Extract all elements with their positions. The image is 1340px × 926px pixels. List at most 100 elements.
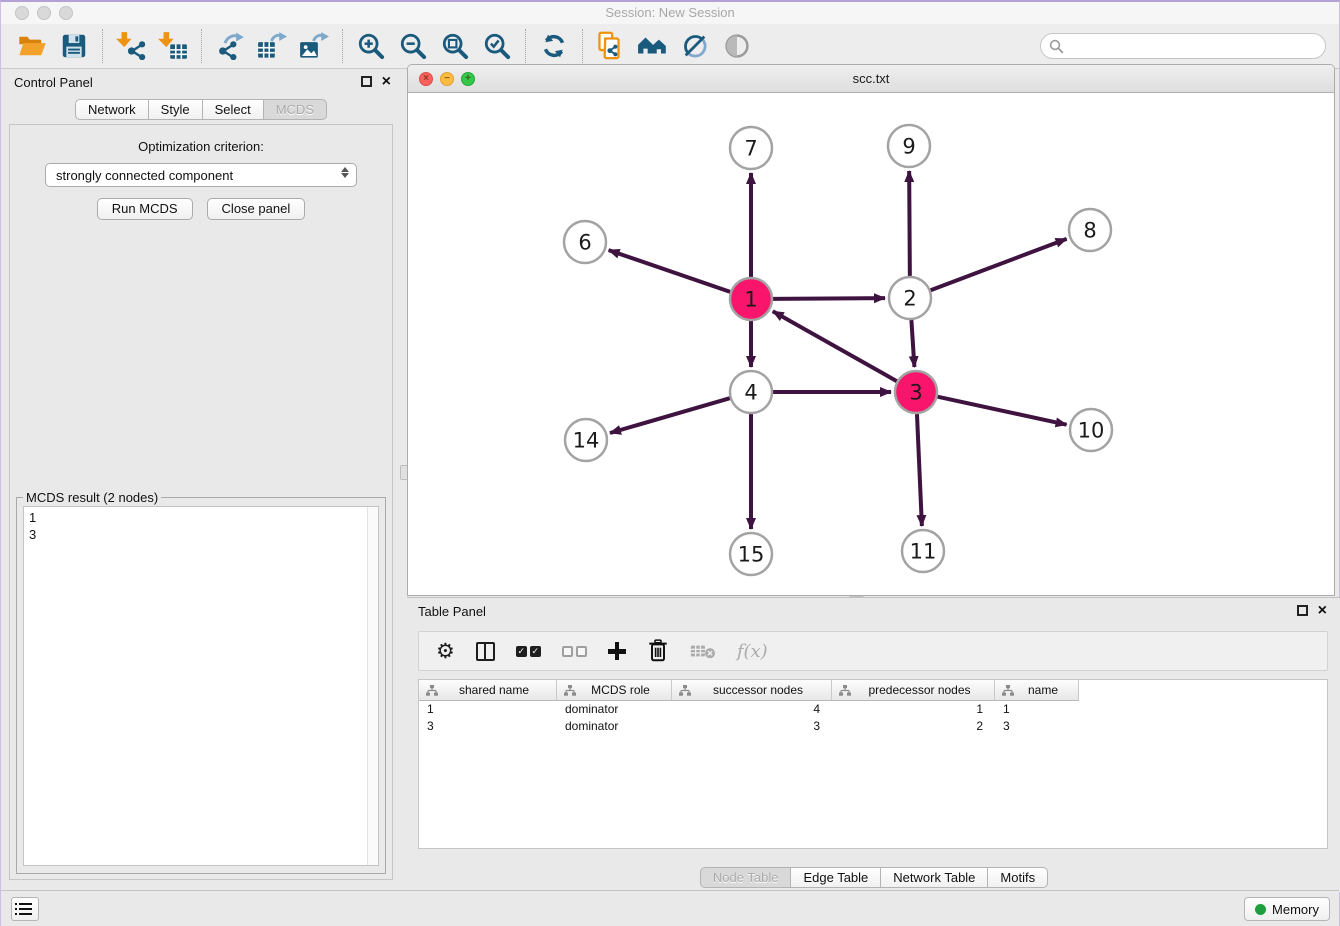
copy-network-icon [596, 31, 626, 61]
result-scrollbar[interactable] [367, 507, 378, 865]
close-panel-icon[interactable]: × [382, 76, 391, 87]
column-tree-icon [564, 685, 576, 696]
import-table-icon [158, 32, 188, 60]
export-table-button[interactable] [251, 27, 293, 65]
add-column-button[interactable] [608, 642, 626, 660]
edge-1-6[interactable] [609, 250, 731, 292]
network-graph[interactable]: 7968124314101511 [408, 93, 1334, 596]
zoom-out-button[interactable] [392, 27, 434, 65]
run-mcds-button[interactable]: Run MCDS [97, 198, 193, 220]
edge-2-3[interactable] [911, 320, 914, 367]
status-bar: Memory [1, 890, 1339, 926]
tab-style[interactable]: Style [149, 99, 203, 120]
zoom-fit-button[interactable] [434, 27, 476, 65]
table-cell[interactable]: 2 [832, 718, 995, 735]
table-cell[interactable]: dominator [557, 718, 672, 735]
zoom-selected-button[interactable] [476, 27, 518, 65]
zoom-fit-icon [441, 32, 469, 60]
column-header-name[interactable]: name [995, 680, 1079, 701]
table-cell[interactable]: 1 [832, 701, 995, 718]
column-header-predecessor-nodes[interactable]: predecessor nodes [832, 680, 995, 701]
import-network-button[interactable] [110, 27, 152, 65]
column-header-successor-nodes[interactable]: successor nodes [672, 680, 832, 701]
tab-network-table[interactable]: Network Table [881, 867, 988, 888]
import-table-button[interactable] [152, 27, 194, 65]
selected-option: strongly connected component [56, 168, 233, 183]
task-history-button[interactable] [11, 897, 39, 921]
application-window: Session: New Session [0, 0, 1340, 926]
tab-edge-table[interactable]: Edge Table [791, 867, 881, 888]
table-toolbar: ⚙ ✓ ✓ [418, 631, 1328, 671]
table-row[interactable]: 1dominator411 [419, 701, 1327, 718]
tab-motifs[interactable]: Motifs [988, 867, 1048, 888]
network-window-title: scc.txt [408, 71, 1334, 86]
memory-button[interactable]: Memory [1244, 897, 1330, 921]
save-session-button[interactable] [53, 27, 95, 65]
function-builder-button-disabled[interactable]: f(x) [737, 641, 768, 662]
zoom-selected-icon [483, 32, 511, 60]
select-stepper-icon [341, 167, 349, 178]
table-cell[interactable]: 1 [995, 701, 1079, 718]
import-network-icon [116, 32, 146, 60]
column-header-shared-name[interactable]: shared name [419, 680, 557, 701]
optimization-criterion-select[interactable]: strongly connected component [45, 163, 357, 187]
mcds-result-lines: 13 [24, 507, 378, 545]
control-panel-header: Control Panel × [1, 70, 401, 96]
column-header-label: predecessor nodes [857, 683, 994, 697]
show-columns-button[interactable] [476, 642, 495, 661]
edge-3-11[interactable] [917, 414, 922, 526]
edge-2-9[interactable] [909, 171, 910, 276]
edge-2-8[interactable] [931, 239, 1067, 290]
zoom-in-button[interactable] [350, 27, 392, 65]
toggle-graphics-details-button[interactable] [674, 27, 716, 65]
tab-node-table[interactable]: Node Table [700, 867, 792, 888]
export-network-button[interactable] [209, 27, 251, 65]
column-tree-icon [839, 685, 851, 696]
table-cell[interactable]: 4 [672, 701, 832, 718]
delete-column-button[interactable] [647, 639, 669, 663]
search-input[interactable] [1040, 33, 1326, 59]
mcds-result-group: MCDS result (2 nodes) 13 [16, 497, 386, 874]
close-panel-button[interactable]: Close panel [207, 198, 306, 220]
new-network-from-selection-button[interactable] [590, 27, 632, 65]
table-cell[interactable]: 1 [419, 701, 557, 718]
tab-select[interactable]: Select [203, 99, 264, 120]
tab-mcds[interactable]: MCDS [264, 99, 327, 120]
show-hide-panel-button[interactable] [716, 27, 758, 65]
close-table-panel-icon[interactable]: × [1318, 605, 1327, 616]
first-neighbors-button[interactable] [632, 27, 674, 65]
node-label-2: 2 [903, 287, 916, 311]
node-label-14: 14 [573, 429, 600, 453]
open-folder-icon [17, 33, 47, 59]
unchecked-box-icon [562, 646, 573, 657]
float-panel-icon[interactable] [361, 76, 372, 87]
deselect-all-columns-button[interactable] [562, 646, 587, 657]
column-tree-icon [1002, 685, 1014, 696]
node-label-1: 1 [744, 288, 757, 312]
export-image-icon [299, 32, 329, 60]
node-table[interactable]: shared nameMCDS rolesuccessor nodes prede… [418, 679, 1328, 849]
table-cell[interactable]: dominator [557, 701, 672, 718]
table-cell[interactable]: 3 [995, 718, 1079, 735]
toolbar-separator [582, 29, 583, 63]
export-image-button[interactable] [293, 27, 335, 65]
edge-3-10[interactable] [937, 397, 1066, 425]
edge-4-14[interactable] [610, 398, 730, 433]
table-cell[interactable]: 3 [419, 718, 557, 735]
toolbar-separator [201, 29, 202, 63]
open-session-button[interactable] [11, 27, 53, 65]
column-header-label: name [1020, 683, 1078, 697]
table-cell[interactable]: 3 [672, 718, 832, 735]
select-all-columns-button[interactable]: ✓ ✓ [516, 646, 541, 657]
table-options-button[interactable]: ⚙ [436, 641, 455, 662]
edge-3-1[interactable] [773, 311, 897, 381]
tab-network[interactable]: Network [75, 99, 149, 120]
table-row[interactable]: 3dominator323 [419, 718, 1327, 735]
float-table-panel-icon[interactable] [1297, 605, 1308, 616]
edge-1-2[interactable] [773, 298, 885, 299]
refresh-layout-button[interactable] [533, 27, 575, 65]
column-header-MCDS-role[interactable]: MCDS role [557, 680, 672, 701]
node-table-header-row: shared nameMCDS rolesuccessor nodes prede… [419, 680, 1327, 701]
delete-table-button-disabled[interactable] [690, 642, 716, 660]
mcds-result-textarea[interactable]: 13 [23, 506, 379, 866]
